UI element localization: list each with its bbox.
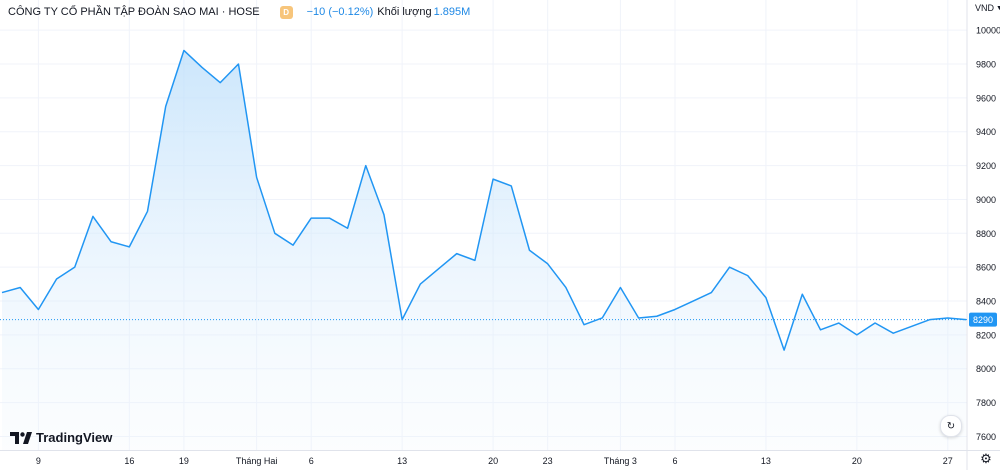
area-fill [2, 50, 966, 450]
settings-icon: ⚙ [980, 451, 992, 466]
volume-label: Khối lượng [377, 6, 432, 18]
x-tick-label: 16 [124, 456, 134, 466]
price-change: −10 (−0.12%) [306, 6, 374, 18]
x-tick-label: 6 [309, 456, 314, 466]
volume-value: 1.895M [433, 6, 471, 18]
y-tick-label: 9600 [976, 93, 996, 103]
y-tick-label: 8400 [976, 297, 996, 307]
tradingview-logo[interactable]: TradingView [10, 430, 112, 445]
x-tick-label: 13 [397, 456, 407, 466]
x-tick-label: 13 [761, 456, 771, 466]
logo-text: TradingView [36, 430, 113, 445]
currency-selector[interactable]: VND ▼ [975, 3, 1000, 13]
y-tick-label: 7600 [976, 432, 996, 442]
tradingview-logo-icon [10, 431, 32, 444]
x-tick-label: 6 [672, 456, 677, 466]
x-tick-label: Tháng 3 [604, 456, 637, 466]
settings-button[interactable]: ⚙ [978, 451, 994, 467]
price-area [2, 50, 966, 450]
x-tick-label: 9 [36, 456, 41, 466]
y-tick-label: 9200 [976, 161, 996, 171]
x-tick-label: 19 [179, 456, 189, 466]
symbol-title[interactable]: CÔNG TY CỔ PHẦN TẬP ĐOÀN SAO MAI · HOSE [8, 6, 260, 18]
y-tick-label: 9800 [976, 60, 996, 70]
x-tick-label: 23 [543, 456, 553, 466]
y-tick-label: 8200 [976, 330, 996, 340]
y-tick-label: 8600 [976, 263, 996, 273]
replay-button[interactable]: ↻ [940, 415, 962, 437]
chart-header: CÔNG TY CỔ PHẦN TẬP ĐOÀN SAO MAI · HOSE … [8, 5, 470, 19]
x-tick-label: 27 [943, 456, 953, 466]
last-price-label: 8290 [973, 315, 993, 325]
y-tick-label: 9400 [976, 127, 996, 137]
y-tick-label: 10000 [976, 26, 1000, 36]
y-tick-label: 8800 [976, 229, 996, 239]
interval-badge[interactable]: D [279, 5, 293, 19]
y-tick-label: 9000 [976, 195, 996, 205]
x-tick-label: 20 [488, 456, 498, 466]
price-chart[interactable]: 7600 7800 8000 8200 8400 8600 8800 9000 9200 9400… [0, 0, 1000, 470]
replay-icon: ↻ [946, 420, 956, 432]
y-tick-label: 8000 [976, 364, 996, 374]
x-tick-label: Tháng Hai [236, 456, 278, 466]
currency-label: VND [975, 3, 995, 13]
x-tick-label: 20 [852, 456, 862, 466]
price-chart-svg: 7600 7800 8000 8200 8400 8600 8800 9000 9200 9400… [0, 0, 1000, 470]
chevron-down-icon: ▼ [996, 4, 1000, 12]
y-tick-label: 7800 [976, 398, 996, 408]
